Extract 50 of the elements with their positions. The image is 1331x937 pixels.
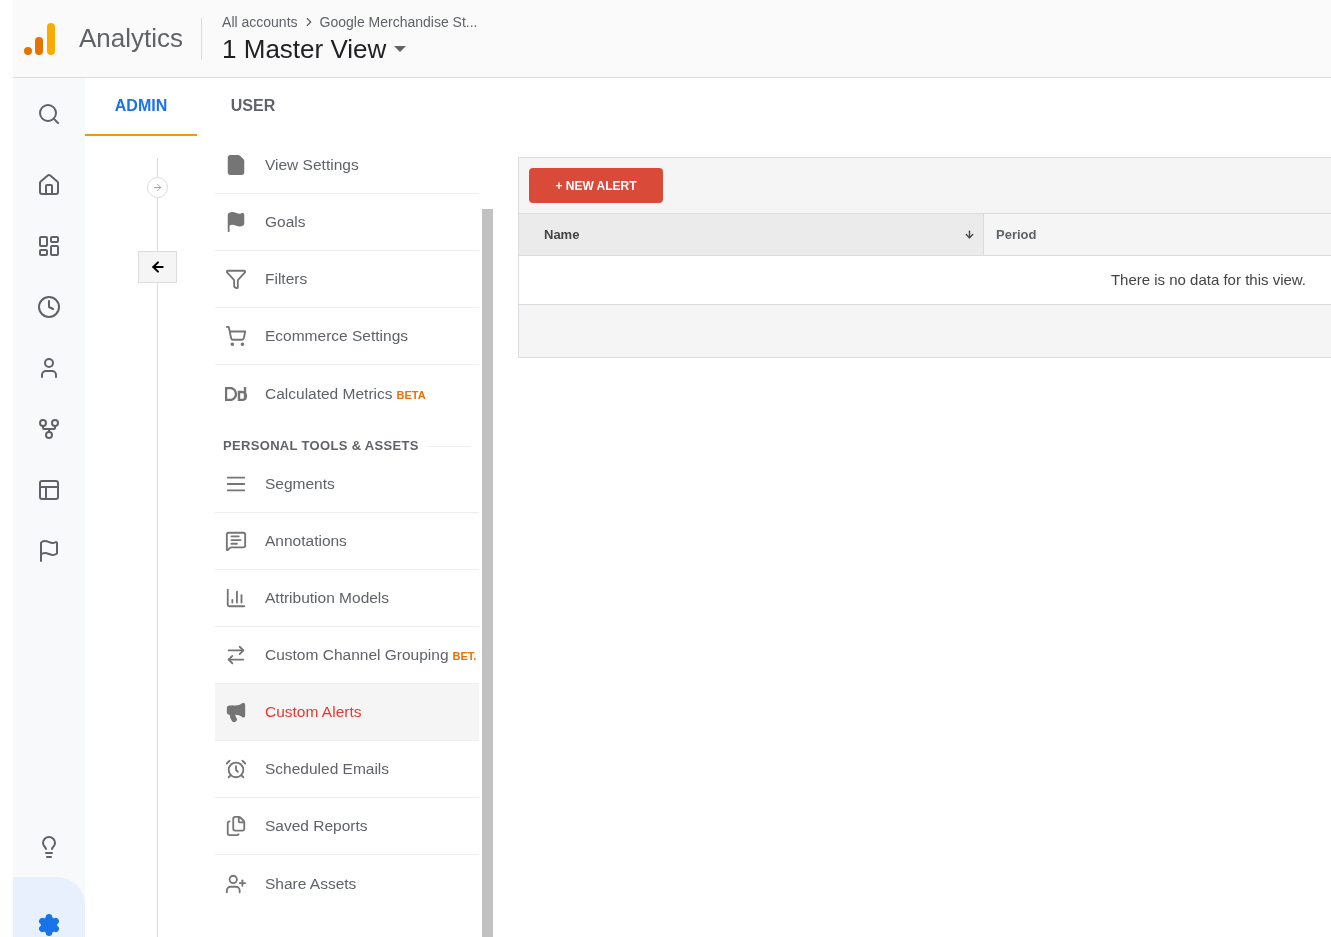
menu-item[interactable]: Scheduled Emails bbox=[215, 741, 479, 798]
flag-icon bbox=[225, 211, 247, 233]
sort-arrow-icon bbox=[964, 229, 975, 240]
menu-item[interactable]: Custom Alerts bbox=[215, 684, 479, 741]
breadcrumb-link[interactable]: All accounts bbox=[222, 11, 298, 33]
add-person-icon bbox=[225, 872, 247, 895]
product-name: Analytics bbox=[79, 22, 184, 55]
comment-icon bbox=[225, 530, 247, 552]
cart-icon bbox=[225, 325, 247, 347]
document-icon bbox=[225, 154, 247, 176]
bar-chart-icon bbox=[225, 587, 247, 609]
menu-item[interactable]: Saved Reports bbox=[215, 798, 479, 855]
tab[interactable]: USER bbox=[197, 78, 309, 136]
files-icon bbox=[225, 815, 247, 837]
column-header[interactable]: Name bbox=[519, 214, 984, 255]
flag-icon bbox=[37, 538, 61, 563]
menu-item[interactable]: View Settings bbox=[215, 137, 479, 194]
empty-message: There is no data for this view. bbox=[1110, 269, 1306, 290]
dashboard-icon bbox=[37, 233, 61, 258]
home-icon bbox=[37, 172, 61, 197]
menu-item[interactable]: Segments bbox=[215, 456, 479, 513]
menu-item[interactable]: Calculated Metrics BETA bbox=[215, 365, 479, 422]
section-heading: PERSONAL TOOLS & ASSETS bbox=[223, 437, 419, 456]
menu-item[interactable]: Share Assets bbox=[215, 855, 479, 912]
back-button[interactable] bbox=[138, 251, 177, 283]
breadcrumb-link[interactable]: Google Merchandise St... bbox=[319, 11, 478, 33]
new-alert-button[interactable]: + NEW ALERT bbox=[529, 168, 663, 203]
view-selector[interactable]: 1 Master View bbox=[222, 32, 478, 66]
dd-glyph-icon bbox=[225, 386, 248, 401]
menu-item[interactable]: Ecommerce Settings bbox=[215, 308, 479, 365]
menu-item[interactable]: Annotations bbox=[215, 513, 479, 570]
beta-tag: BET. bbox=[452, 645, 477, 665]
settings-button[interactable] bbox=[13, 877, 85, 937]
beta-tag: BETA bbox=[396, 383, 426, 404]
analytics-logo-icon bbox=[23, 21, 57, 56]
menu-item[interactable]: Goals bbox=[215, 194, 479, 251]
arrow-icon bbox=[152, 182, 163, 193]
fork-icon bbox=[37, 416, 61, 441]
layout-icon bbox=[37, 477, 61, 502]
megaphone-icon bbox=[225, 701, 247, 723]
menu-item[interactable]: Attribution Models bbox=[215, 570, 479, 627]
menu-item[interactable]: Filters bbox=[215, 251, 479, 308]
filter-icon bbox=[225, 268, 247, 290]
alarm-clock-icon bbox=[225, 758, 247, 780]
caret-icon bbox=[394, 46, 407, 52]
channel-icon bbox=[225, 644, 247, 666]
scrollbar[interactable] bbox=[482, 209, 493, 937]
tab[interactable]: ADMIN bbox=[85, 78, 197, 136]
clock-icon bbox=[37, 294, 61, 319]
search-icon bbox=[37, 102, 61, 126]
